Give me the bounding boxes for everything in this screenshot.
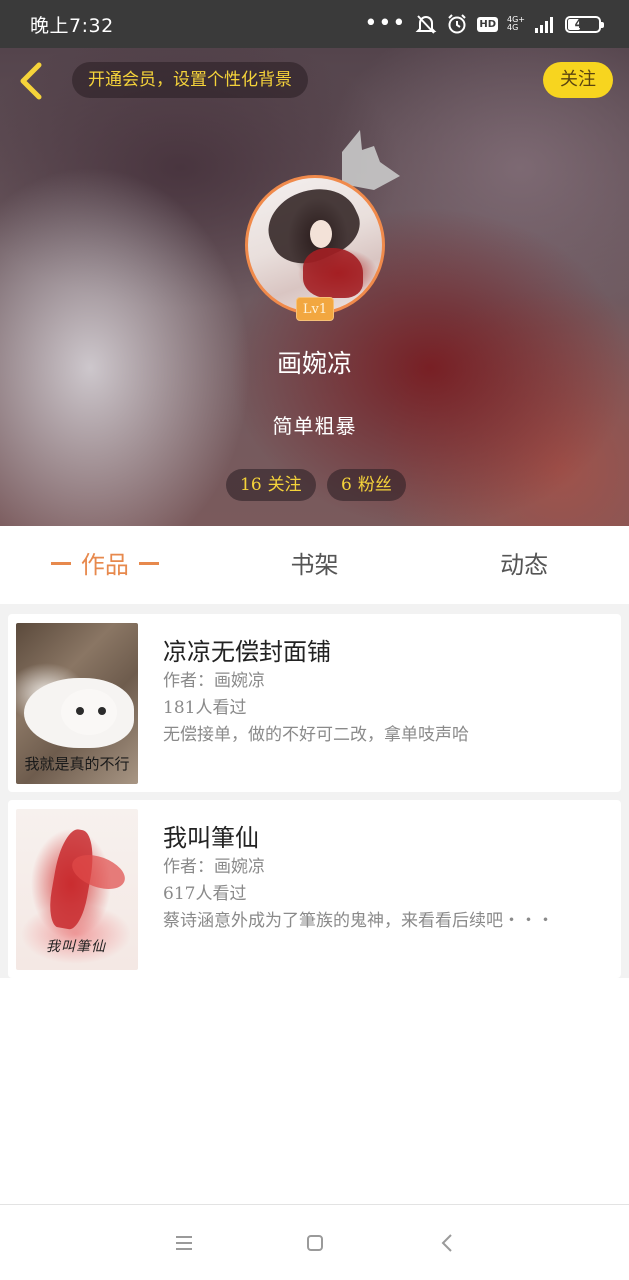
signal-icon: [535, 17, 553, 33]
network-type-bottom: 4G: [507, 23, 519, 32]
tab-activity-label: 动态: [500, 551, 549, 579]
cover-cat-head: [61, 689, 117, 735]
tab-bookshelf[interactable]: 书架: [210, 526, 420, 604]
tab-indicator-left: [50, 562, 71, 565]
profile-header: 开通会员，设置个性化背景 关注 Lv1 画婉凉 简单粗暴 16 关注 6 粉丝: [0, 48, 629, 526]
book-author: 作者：画婉凉: [163, 671, 265, 691]
home-icon: [307, 1235, 323, 1251]
followers-stat[interactable]: 6 粉丝: [327, 469, 406, 501]
alarm-icon: [448, 14, 467, 34]
book-cover[interactable]: 我叫筆仙: [16, 809, 138, 970]
mute-bell-icon: [415, 15, 437, 34]
battery-level: 44: [574, 17, 592, 31]
back-nav-button[interactable]: [436, 1232, 458, 1254]
follow-button[interactable]: 关注: [543, 62, 613, 98]
book-author: 作者：画婉凉: [163, 857, 265, 877]
network-type: 4G+ 4G: [507, 16, 525, 32]
book-views: 181人看过: [163, 698, 247, 718]
followers-count: 6: [341, 475, 352, 495]
more-dots-icon: •••: [364, 11, 407, 36]
cover-caption: 我就是真的不行: [24, 755, 130, 773]
book-card[interactable]: 我叫筆仙 我叫筆仙 作者：画婉凉 617人看过 蔡诗涵意外成为了筆族的鬼神，来看…: [8, 800, 621, 978]
following-count: 16: [240, 475, 262, 495]
book-views: 617人看过: [163, 884, 247, 904]
chevron-left-icon: [20, 62, 42, 100]
back-button[interactable]: [14, 60, 48, 102]
status-icons: ••• HD 4G+ 4G 44: [364, 11, 604, 36]
tab-bookshelf-label: 书架: [290, 551, 339, 579]
works-list: 我就是真的不行 凉凉无偿封面铺 作者：画婉凉 181人看过 无偿接单，做的不好可…: [0, 604, 629, 978]
battery-icon: 44: [565, 15, 604, 33]
status-time: 晚上7:32: [30, 14, 114, 37]
cover-cat-eye: [98, 707, 106, 715]
book-card[interactable]: 我就是真的不行 凉凉无偿封面铺 作者：画婉凉 181人看过 无偿接单，做的不好可…: [8, 614, 621, 792]
avatar-face: [310, 220, 332, 248]
book-description: 蔡诗涵意外成为了筆族的鬼神，来看看后续吧・・・: [163, 911, 554, 931]
menu-icon: [176, 1236, 192, 1250]
following-stat[interactable]: 16 关注: [226, 469, 316, 501]
book-title: 凉凉无偿封面铺: [163, 638, 331, 666]
book-cover[interactable]: 我就是真的不行: [16, 623, 138, 784]
cover-caption: 我叫筆仙: [46, 939, 106, 955]
home-button[interactable]: [304, 1232, 326, 1254]
book-title: 我叫筆仙: [163, 824, 259, 852]
tab-activity[interactable]: 动态: [419, 526, 629, 604]
back-icon: [441, 1234, 452, 1252]
book-description: 无偿接单，做的不好可二改，拿单吱声哈: [163, 725, 469, 745]
tab-works-label: 作品: [80, 551, 129, 579]
cover-cat-eye: [76, 707, 84, 715]
menu-button[interactable]: [173, 1232, 195, 1254]
hd-icon: HD: [477, 16, 498, 32]
user-bio: 简单粗暴: [272, 414, 357, 438]
level-badge: Lv1: [296, 297, 334, 321]
followers-label: 粉丝: [357, 475, 392, 495]
tab-works[interactable]: 作品: [0, 526, 210, 604]
tab-indicator-right: [138, 562, 159, 565]
profile-tabs: 作品 书架 动态: [0, 526, 629, 604]
vip-background-prompt[interactable]: 开通会员，设置个性化背景: [72, 62, 308, 98]
avatar-robe: [303, 248, 363, 298]
avatar[interactable]: [245, 175, 385, 315]
status-bar: 晚上7:32 ••• HD 4G+ 4G 44: [0, 0, 629, 48]
following-label: 关注: [267, 475, 302, 495]
system-nav-bar: [0, 1204, 629, 1280]
username: 画婉凉: [276, 349, 352, 378]
